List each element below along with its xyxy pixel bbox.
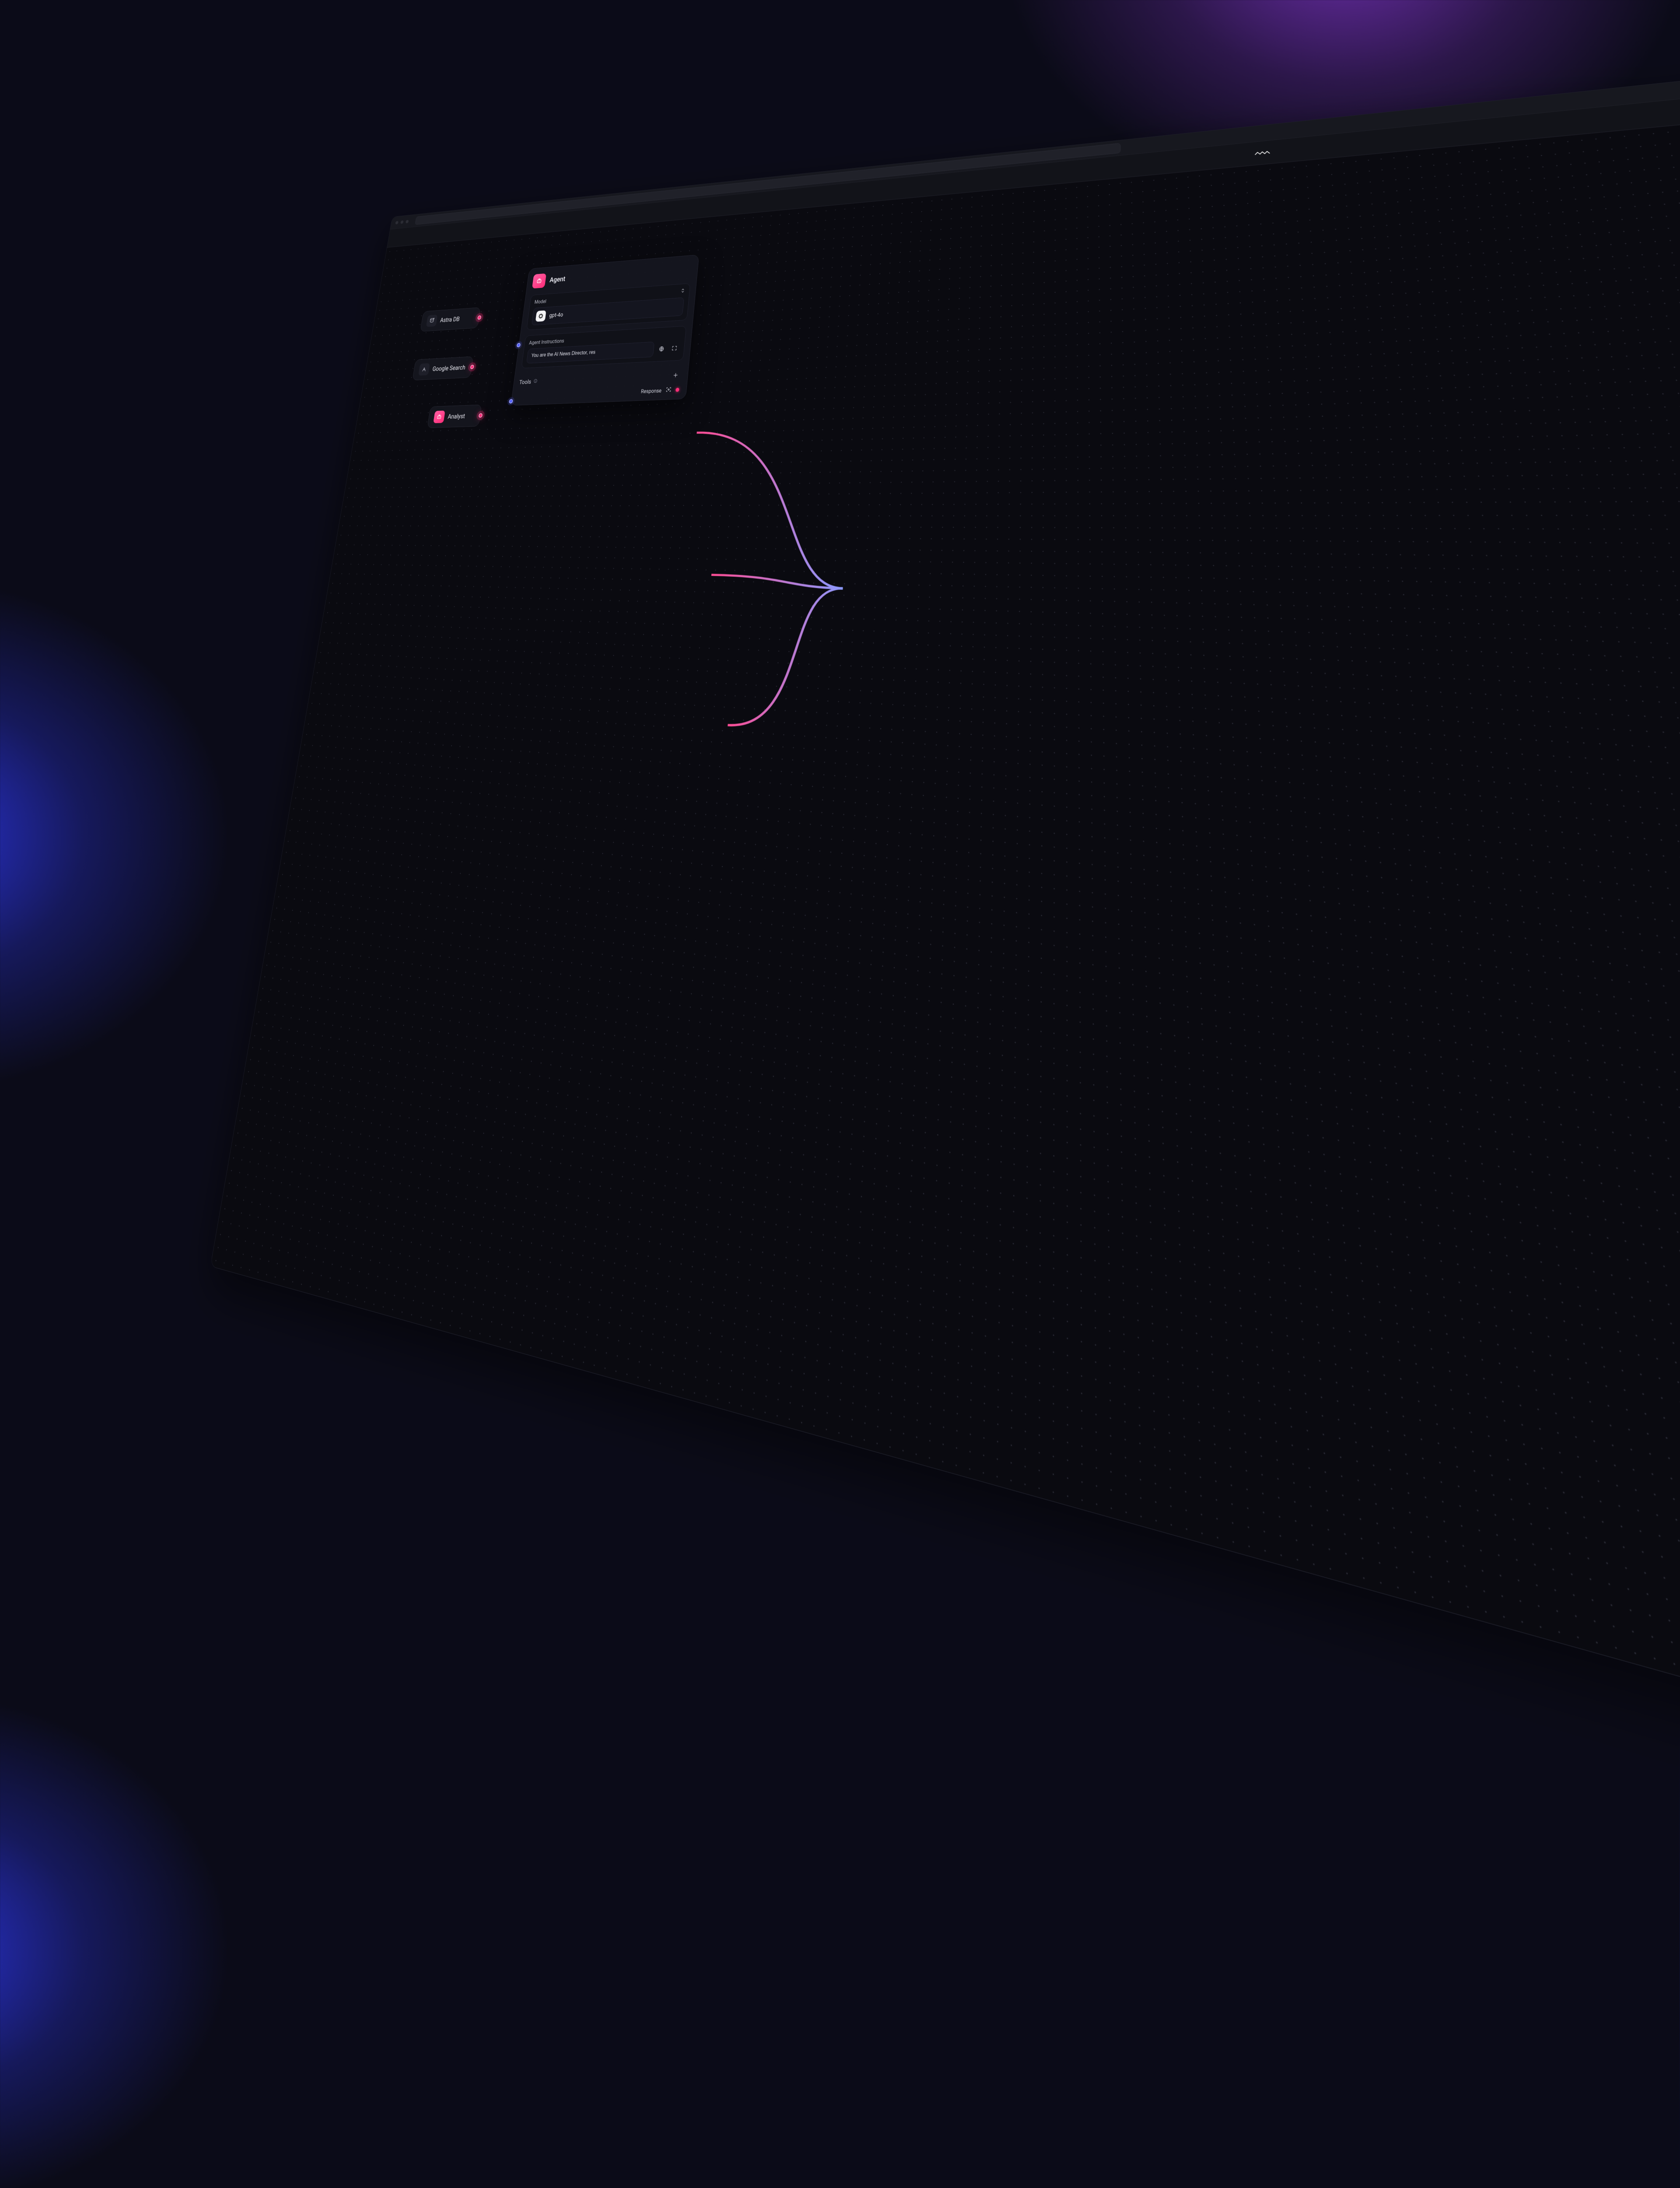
flow-edges [210, 8, 1680, 2188]
add-tool-button[interactable] [670, 369, 681, 381]
panel-input-port-instructions[interactable] [516, 343, 521, 347]
instructions-input[interactable] [526, 342, 654, 364]
model-name: gpt-4o [549, 311, 564, 319]
agent-icon [532, 274, 546, 289]
app-logo-icon [1254, 147, 1272, 158]
panel-output-port[interactable] [676, 388, 679, 392]
chevron-up-down-icon[interactable] [680, 288, 686, 295]
node-output-port[interactable] [470, 365, 474, 369]
node-output-port[interactable] [477, 316, 482, 320]
instructions-actions [656, 342, 679, 354]
flow-canvas[interactable]: Astra DB Google Search [210, 7, 1680, 2188]
node-label: Astra DB [440, 316, 460, 324]
database-icon [426, 315, 438, 327]
expand-icon[interactable] [669, 342, 680, 354]
openai-logo-icon [535, 310, 546, 322]
panel-input-port-tools[interactable] [509, 399, 513, 403]
scene: Astra DB Google Search [0, 0, 1680, 1114]
info-icon[interactable] [533, 378, 538, 385]
scan-icon[interactable] [665, 386, 672, 394]
response-label: Response [640, 387, 662, 394]
instructions-field: Agent Instructions [521, 326, 686, 368]
stage: Astra DB Google Search [210, 0, 1680, 2188]
node-google-search[interactable]: Google Search [412, 356, 473, 380]
window-dot[interactable] [406, 220, 409, 223]
node-label: Google Search [432, 364, 466, 372]
agent-icon [433, 410, 445, 423]
panel-title: Agent [549, 275, 566, 284]
node-label: Analyst [447, 412, 466, 420]
node-output-port[interactable] [478, 413, 483, 417]
node-astra-db[interactable]: Astra DB [420, 307, 480, 332]
window-traffic-lights [395, 220, 409, 224]
search-tool-icon [418, 363, 430, 375]
model-field[interactable]: Model [526, 283, 690, 330]
window-dot[interactable] [395, 221, 399, 224]
agent-config-panel[interactable]: Agent Model [511, 254, 699, 405]
tools-label: Tools [519, 379, 532, 386]
globe-icon[interactable] [656, 343, 667, 354]
browser-window: Astra DB Google Search [210, 0, 1680, 2188]
window-dot[interactable] [400, 220, 404, 224]
node-analyst[interactable]: Analyst [427, 404, 482, 428]
